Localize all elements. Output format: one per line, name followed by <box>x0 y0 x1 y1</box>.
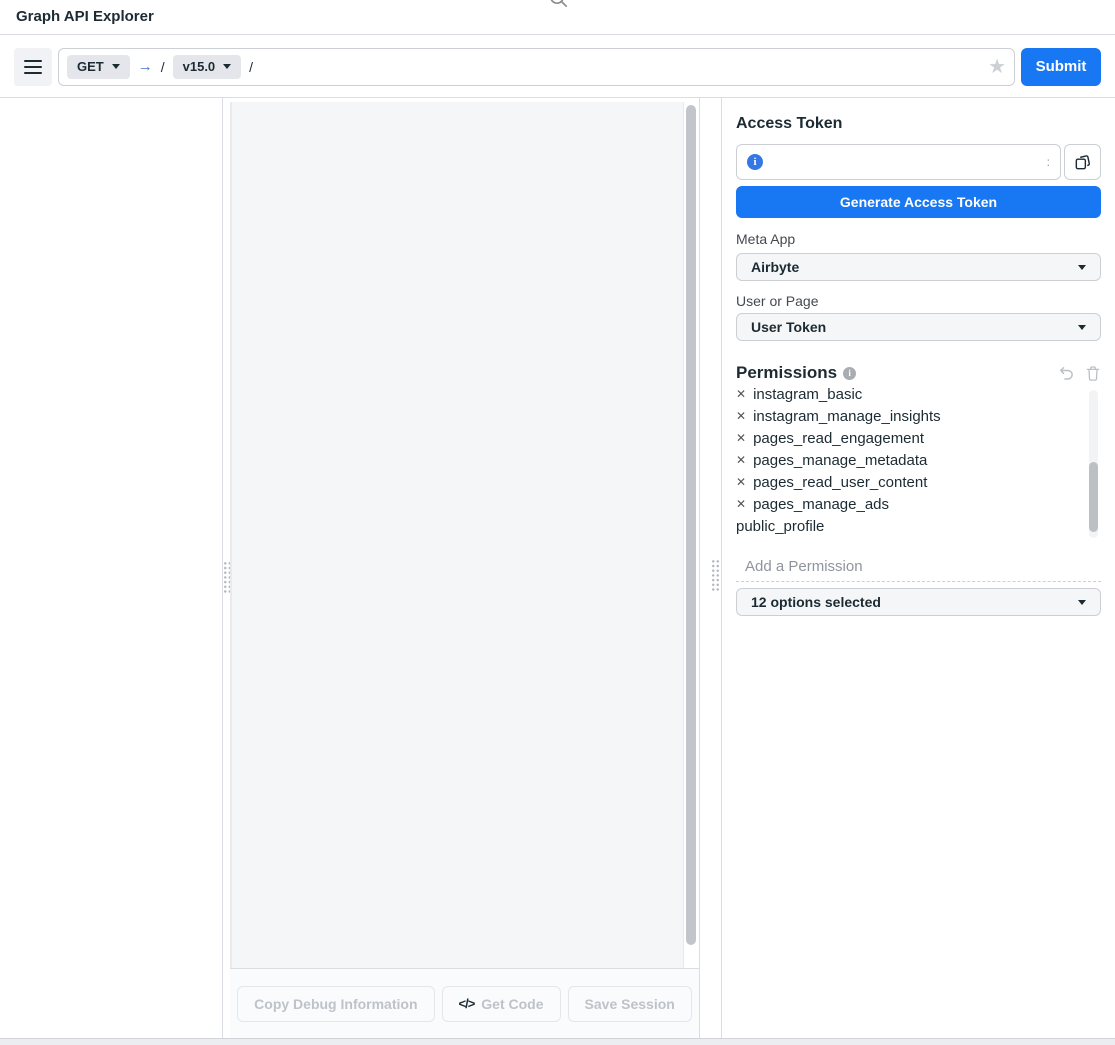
arrow-icon: → <box>138 58 153 75</box>
undo-permissions-button[interactable] <box>1058 365 1075 382</box>
version-dropdown[interactable]: v15.0 <box>173 55 242 79</box>
app-header: Graph API Explorer <box>0 0 1115 35</box>
clear-permissions-button[interactable] <box>1085 365 1101 382</box>
chevron-down-icon <box>1078 265 1086 270</box>
panel-splitter-right[interactable] <box>711 559 720 592</box>
add-permission-input[interactable]: Add a Permission <box>736 550 1101 582</box>
permission-label: pages_manage_metadata <box>753 452 927 469</box>
generate-access-token-button[interactable]: Generate Access Token <box>736 186 1101 218</box>
remove-permission-icon[interactable]: ✕ <box>736 476 746 488</box>
permission-row: public_profile <box>736 515 1086 537</box>
permissions-list: ✕ instagram_basic ✕ instagram_manage_ins… <box>736 388 1086 538</box>
permission-row: ✕ pages_read_engagement <box>736 427 1086 449</box>
response-scrollbar-thumb[interactable] <box>686 105 696 945</box>
permission-label: instagram_manage_insights <box>753 408 941 425</box>
response-panel: Copy Debug Information </> Get Code Save… <box>230 98 700 1038</box>
user-or-page-select[interactable]: User Token <box>736 313 1101 341</box>
get-code-button[interactable]: </> Get Code <box>442 986 561 1022</box>
trash-icon <box>1085 365 1101 382</box>
copy-debug-information-button[interactable]: Copy Debug Information <box>237 986 434 1022</box>
meta-app-value: Airbyte <box>751 259 799 275</box>
info-icon[interactable]: i <box>747 154 763 170</box>
access-token-panel: Access Token i : Generate Access Token M… <box>721 98 1115 1038</box>
access-token-heading: Access Token <box>736 115 842 133</box>
meta-app-select[interactable]: Airbyte <box>736 253 1101 281</box>
permission-row: ✕ instagram_basic <box>736 388 1086 405</box>
token-row: i : <box>736 144 1101 180</box>
permissions-header: Permissions i <box>736 362 1101 384</box>
chevron-down-icon <box>1078 325 1086 330</box>
method-dropdown[interactable]: GET <box>67 55 130 79</box>
permission-row: ✕ pages_manage_metadata <box>736 449 1086 471</box>
permission-label: pages_read_engagement <box>753 430 924 447</box>
favorite-star-icon[interactable]: ★ <box>988 57 1006 77</box>
user-or-page-value: User Token <box>751 319 826 335</box>
code-icon: </> <box>459 996 475 1011</box>
remove-permission-icon[interactable]: ✕ <box>736 454 746 466</box>
remove-permission-icon[interactable]: ✕ <box>736 432 746 444</box>
left-sidebar-panel <box>0 98 223 1038</box>
options-selected-summary: 12 options selected <box>751 594 881 610</box>
request-url-bar[interactable]: GET → / v15.0 / ★ <box>58 48 1015 86</box>
copy-icon <box>1073 153 1092 172</box>
version-label: v15.0 <box>183 59 216 74</box>
menu-button[interactable] <box>14 48 52 86</box>
permissions-scrollbar-thumb[interactable] <box>1089 462 1098 532</box>
copy-token-button[interactable] <box>1064 144 1101 180</box>
token-tail-text: : <box>1047 155 1050 169</box>
permissions-actions <box>1058 365 1101 382</box>
permission-label: instagram_basic <box>753 388 862 403</box>
meta-app-label: Meta App <box>736 231 795 247</box>
submit-button[interactable]: Submit <box>1021 48 1101 86</box>
remove-permission-icon[interactable]: ✕ <box>736 388 746 400</box>
permission-label: pages_manage_ads <box>753 496 889 513</box>
chevron-down-icon <box>1078 600 1086 605</box>
access-token-input[interactable]: i : <box>736 144 1061 180</box>
path-prefix: / <box>161 59 165 75</box>
path-input[interactable]: / ★ <box>249 49 1006 85</box>
info-icon[interactable]: i <box>843 367 856 380</box>
permissions-options-select[interactable]: 12 options selected <box>736 588 1101 616</box>
get-code-label: Get Code <box>481 996 543 1012</box>
chevron-down-icon <box>223 64 231 69</box>
remove-permission-icon[interactable]: ✕ <box>736 498 746 510</box>
response-scrollbar-track[interactable] <box>684 102 699 968</box>
permission-label: pages_read_user_content <box>753 474 927 491</box>
permission-row: ✕ instagram_manage_insights <box>736 405 1086 427</box>
permissions-heading: Permissions <box>736 363 837 383</box>
remove-permission-icon[interactable]: ✕ <box>736 410 746 422</box>
chevron-down-icon <box>112 64 120 69</box>
save-session-button[interactable]: Save Session <box>568 986 692 1022</box>
page-title: Graph API Explorer <box>16 8 154 25</box>
permission-label: public_profile <box>736 518 824 535</box>
request-toolbar: GET → / v15.0 / ★ Submit <box>0 36 1115 98</box>
permission-row: ✕ pages_manage_ads <box>736 493 1086 515</box>
permission-row: ✕ pages_read_user_content <box>736 471 1086 493</box>
user-or-page-label: User or Page <box>736 293 818 309</box>
undo-icon <box>1058 365 1075 382</box>
debug-footer: Copy Debug Information </> Get Code Save… <box>230 968 699 1038</box>
path-value: / <box>249 59 253 75</box>
method-label: GET <box>77 59 104 74</box>
search-icon[interactable] <box>548 0 569 14</box>
response-viewer[interactable] <box>230 102 684 968</box>
page-bottom-scroll-strip[interactable] <box>0 1038 1115 1045</box>
permissions-scrollbar-track[interactable] <box>1089 390 1098 538</box>
